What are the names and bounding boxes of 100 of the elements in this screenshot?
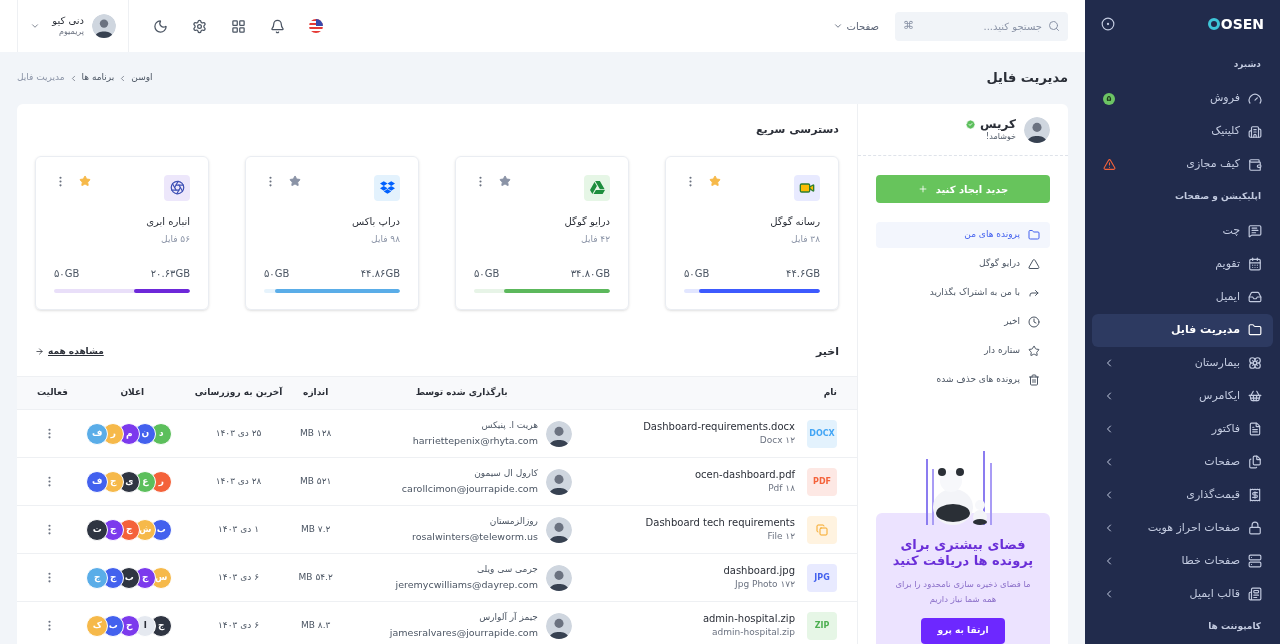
- uploader-avatar: [545, 516, 572, 543]
- storage-card[interactable]: دراپ باکس ۹۸ فایل ۴۴.۸۶GB ۵۰GB: [245, 155, 419, 310]
- star-icon[interactable]: [709, 175, 721, 187]
- file-type-icon: PDF: [807, 467, 837, 496]
- view-all-link[interactable]: مشاهده همه: [35, 345, 104, 359]
- star-icon[interactable]: [499, 175, 511, 187]
- file-name[interactable]: Dashboard-requirements.docx: [643, 419, 795, 435]
- uploader-avatar: [545, 564, 572, 591]
- shortcut-key: ⌘: [903, 17, 914, 34]
- uploader-name: کارول ال سیمون: [473, 466, 538, 480]
- building-icon: [1248, 124, 1262, 139]
- file-size: MB ۵۴.۲: [298, 571, 333, 582]
- file-count: ۴۲ فایل: [580, 232, 610, 246]
- nav-item[interactable]: اخیر: [876, 309, 1050, 335]
- receipt-icon: [1248, 488, 1262, 502]
- aperture-icon: [164, 174, 190, 201]
- sidebar-item[interactable]: ایکامرس: [1092, 379, 1273, 413]
- flower-icon: [1248, 356, 1262, 370]
- file-name[interactable]: dashboard.jpg: [723, 563, 795, 579]
- open-box-icon: [374, 174, 400, 201]
- total-storage: ۵۰GB: [54, 267, 80, 281]
- page-title: مدیریت فایل: [986, 69, 1068, 88]
- sidebar-item[interactable]: قیمت‌گذاری: [1092, 478, 1273, 512]
- member-avatar: ج: [86, 566, 109, 589]
- flag-icon[interactable]: [309, 19, 323, 33]
- section-title: دسترسی سریع: [755, 122, 839, 138]
- member-avatar: ف: [86, 470, 109, 493]
- sidebar-item[interactable]: چت: [1092, 214, 1273, 248]
- apps-icon[interactable]: [231, 18, 246, 34]
- nav-item[interactable]: ستاره دار: [876, 338, 1050, 364]
- wallet-icon: [1248, 157, 1262, 172]
- storage-card[interactable]: درایو گوگل ۴۲ فایل ۳۴.۸۰GB ۵۰GB: [455, 155, 629, 310]
- file-meta: File ۱۲: [767, 530, 795, 544]
- sidebar-item[interactable]: ایمیل: [1092, 280, 1273, 314]
- file-count: ۳۸ فایل: [790, 232, 820, 246]
- star-icon[interactable]: [289, 175, 301, 187]
- upgrade-button[interactable]: ارتقا به پرو: [921, 618, 1005, 644]
- sidebar-item[interactable]: مدیریت فایل: [1092, 313, 1273, 347]
- column-header: بارگذاری شده توسط: [415, 387, 508, 398]
- file-type-icon: ZIP: [807, 611, 837, 640]
- uploader-email: harriettepenix@rhyta.com: [412, 434, 538, 449]
- sidebar-item[interactable]: صفحات احراز هویت: [1092, 511, 1273, 545]
- user-plan: پریمیوم: [58, 27, 84, 38]
- nav-item[interactable]: با من به اشتراک بگذارید: [876, 280, 1050, 306]
- file-name[interactable]: Dashboard tech requirements: [645, 515, 795, 531]
- bell-icon[interactable]: [270, 18, 285, 34]
- count-badge: ۵: [1103, 92, 1115, 105]
- member-avatar: ف: [86, 422, 109, 445]
- total-storage: ۵۰GB: [474, 267, 500, 281]
- user-menu[interactable]: دنی کیو پریمیوم: [17, 0, 129, 52]
- inbox-icon: [1248, 290, 1262, 304]
- storage-card[interactable]: انباره ابری ۵۶ فایل ۲۰.۶۳GB ۵۰GB: [35, 155, 209, 310]
- updated-date: ۲۸ دی ۱۴۰۳: [215, 475, 262, 486]
- clock-icon: [1028, 316, 1040, 328]
- sidebar-item[interactable]: کلینیک: [1092, 115, 1273, 148]
- breadcrumb-item[interactable]: اوسن: [131, 71, 153, 85]
- nav-item[interactable]: پرونده های حذف شده: [876, 367, 1050, 393]
- storage-card[interactable]: رسانه گوگل ۳۸ فایل ۴۴.۶GB ۵۰GB: [665, 155, 839, 310]
- file-name[interactable]: ocen-dashboard.pdf: [695, 467, 795, 483]
- uploader-avatar: [545, 420, 572, 447]
- sidebar-item[interactable]: قالب ایمیل: [1092, 577, 1273, 611]
- column-header: اندازه: [303, 387, 329, 398]
- sidebar-item[interactable]: بیمارستان: [1092, 346, 1273, 380]
- uploader-avatar: [545, 612, 572, 639]
- user-avatar: [92, 14, 116, 38]
- sidebar-item[interactable]: فاکتور: [1092, 412, 1273, 446]
- moon-icon[interactable]: [153, 18, 168, 34]
- sidebar-item[interactable]: فروش ۵: [1092, 82, 1273, 115]
- sidebar-item[interactable]: صفحات: [1092, 445, 1273, 479]
- pages-menu[interactable]: صفحات: [832, 18, 879, 34]
- sidebar-item[interactable]: صفحات خطا: [1092, 544, 1273, 578]
- breadcrumb-item[interactable]: برنامه ها: [81, 71, 115, 85]
- sidebar-item[interactable]: تقویم: [1092, 247, 1273, 281]
- file-count: ۹۸ فایل: [370, 232, 400, 246]
- user-name: دنی کیو: [52, 14, 84, 28]
- section-heading: اپلیکیشن و صفحات: [1174, 190, 1262, 204]
- trash-icon: [1028, 374, 1040, 386]
- copy-icon: [816, 523, 828, 536]
- used-storage: ۳۴.۸۰GB: [570, 267, 610, 281]
- card-title: درایو گوگل: [563, 214, 610, 229]
- file-size: MB ۸.۳: [301, 619, 331, 630]
- file-count: ۵۶ فایل: [160, 232, 190, 246]
- file-size: MB ۵۲۱: [300, 475, 332, 486]
- uploader-avatar: [545, 468, 572, 495]
- total-storage: ۵۰GB: [264, 267, 290, 281]
- uploader-name: روزالزمستان: [488, 514, 538, 528]
- updated-date: ۱ دی ۱۴۰۳: [218, 523, 259, 534]
- lock-icon: [1248, 521, 1262, 535]
- chevron-icon: [832, 21, 843, 31]
- star-icon: [1028, 345, 1040, 357]
- share-icon: [1028, 287, 1040, 299]
- nav-item[interactable]: پرونده های من: [876, 222, 1050, 248]
- sidebar-item[interactable]: کیف مجازی: [1092, 148, 1273, 181]
- star-icon[interactable]: [79, 175, 91, 187]
- settings-icon[interactable]: [192, 18, 207, 34]
- file-name[interactable]: admin-hospital.zip: [702, 611, 795, 627]
- nav-item[interactable]: درایو گوگل: [876, 251, 1050, 277]
- toggle-icon[interactable]: [1101, 17, 1115, 32]
- used-storage: ۴۴.۶GB: [786, 267, 820, 281]
- folder-icon: [1028, 229, 1040, 241]
